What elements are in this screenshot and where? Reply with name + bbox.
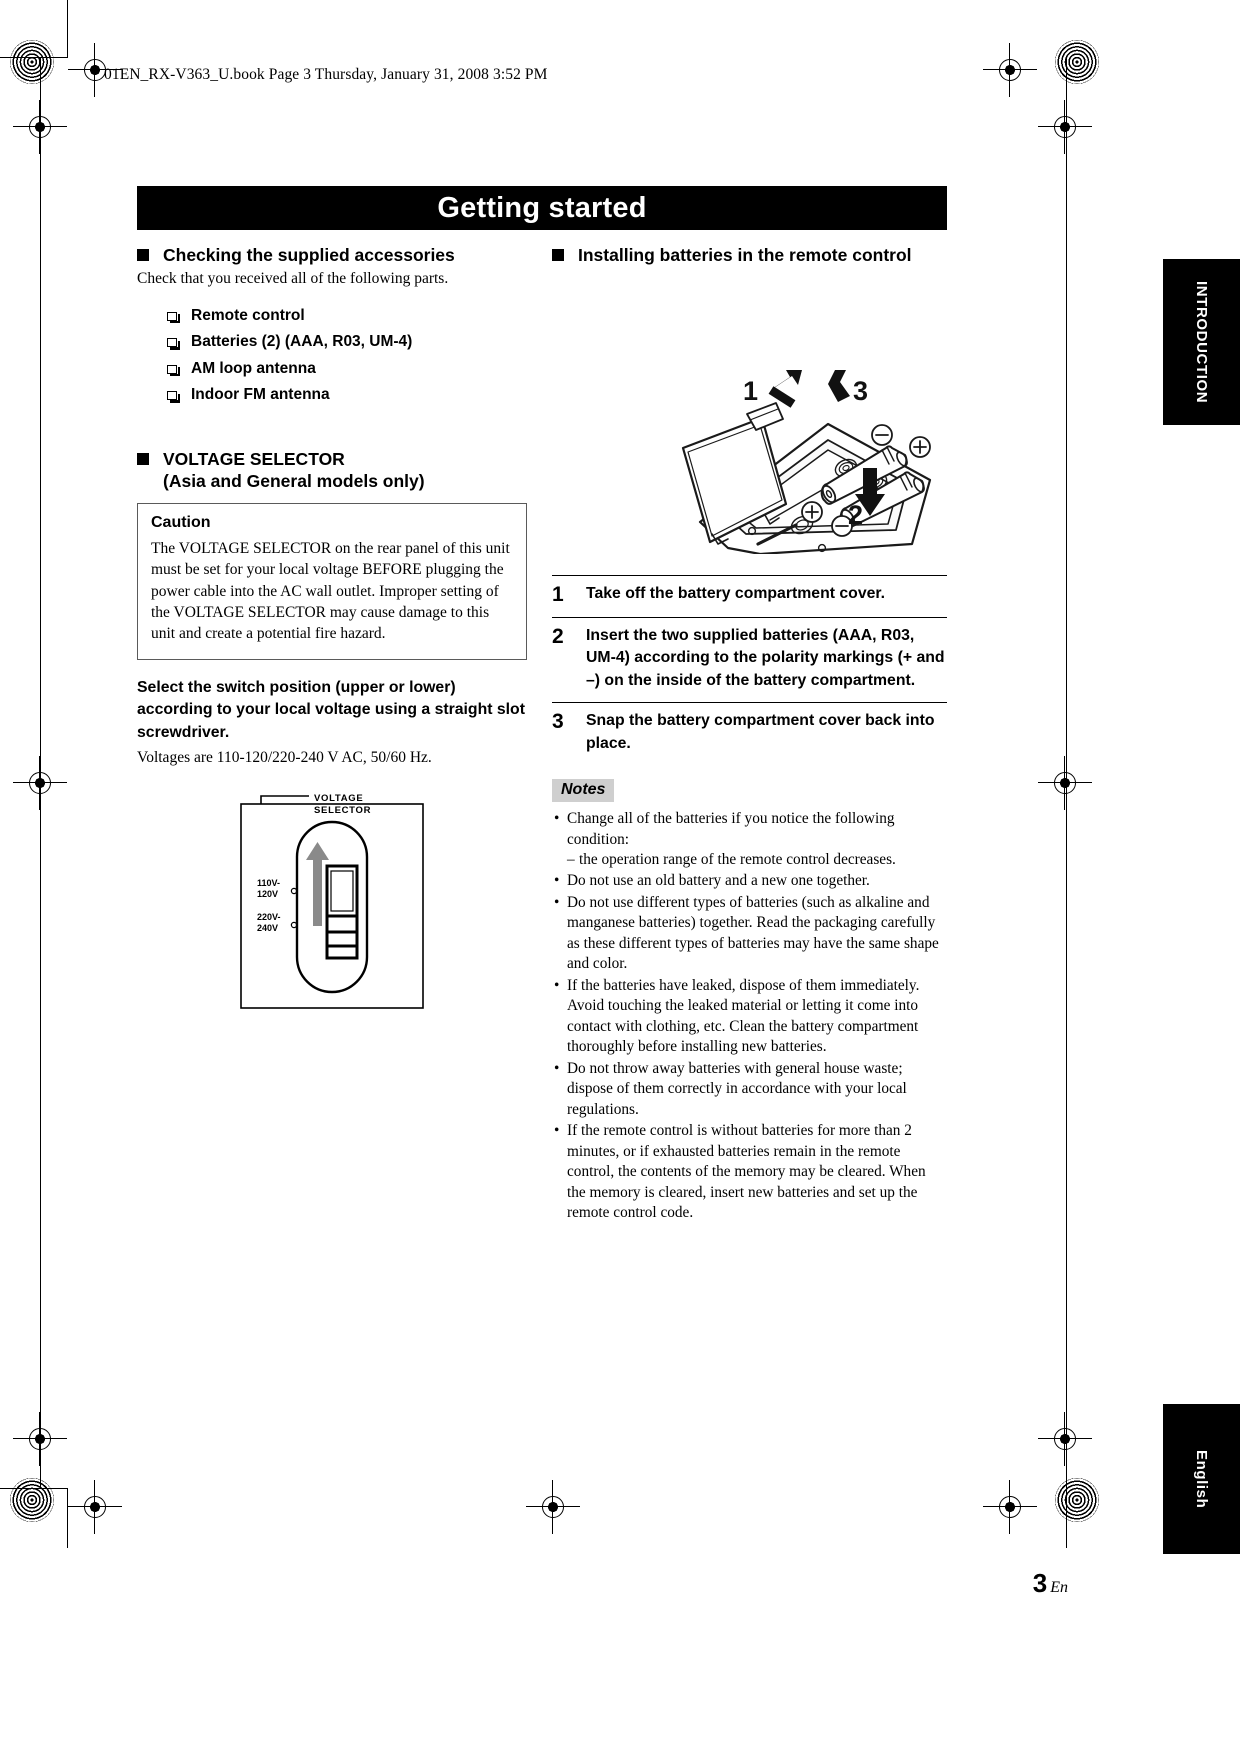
page-number: 3 xyxy=(1032,1568,1048,1598)
list-item: Batteries (2) (AAA, R03, UM-4) xyxy=(167,333,527,351)
page-number-footer: 3 En xyxy=(1033,1568,1068,1599)
note-item: Do not throw away batteries with general… xyxy=(552,1059,947,1120)
list-item: Remote control xyxy=(167,307,527,325)
note-item: If the batteries have leaked, dispose of… xyxy=(552,976,947,1058)
voltage-lower-label-line1: 220V- xyxy=(257,912,281,922)
note-subitem: the operation range of the remote contro… xyxy=(567,850,947,871)
caution-body: The VOLTAGE SELECTOR on the rear panel o… xyxy=(151,539,510,643)
crop-line-bottom-left-v xyxy=(67,1488,69,1548)
list-item-label: Batteries (2) (AAA, R03, UM-4) xyxy=(191,333,413,351)
notes-list: Change all of the batteries if you notic… xyxy=(552,809,947,1224)
note-item: Do not use different types of batteries … xyxy=(552,893,947,975)
registration-circle-bottom-right xyxy=(1055,1478,1099,1522)
registration-circle-top-right xyxy=(1055,40,1099,84)
heading-text: Installing batteries in the remote contr… xyxy=(578,245,912,265)
note-text: If the batteries have leaked, dispose of… xyxy=(567,976,920,1056)
list-item: AM loop antenna xyxy=(167,360,527,378)
checkbox-icon xyxy=(167,338,181,350)
voltage-values: Voltages are 110-120/220-240 V AC, 50/60… xyxy=(137,748,432,766)
list-item-label: Indoor FM antenna xyxy=(191,386,330,404)
battery-install-steps: 1 Take off the battery compartment cover… xyxy=(552,575,947,765)
callout-arrow-3-icon xyxy=(827,370,850,403)
heading-line-2: (Asia and General models only) xyxy=(163,471,425,492)
right-column: Installing batteries in the remote contr… xyxy=(552,244,947,1225)
registration-circle-bottom-left xyxy=(10,1478,54,1522)
note-text: Change all of the batteries if you notic… xyxy=(567,810,895,848)
note-item: Do not use an old battery and a new one … xyxy=(552,871,947,892)
callout-arrow-1-icon xyxy=(771,370,802,390)
heading-checking-accessories: Checking the supplied accessories xyxy=(137,244,527,266)
crop-line-left-v xyxy=(40,58,42,1488)
crop-line-bottom-right-v xyxy=(1066,1488,1068,1548)
step-text: Snap the battery compartment cover back … xyxy=(586,712,935,752)
registration-target-right-middle xyxy=(1038,756,1092,810)
callout-number-1: 1 xyxy=(743,376,758,406)
caution-box: Caution The VOLTAGE SELECTOR on the rear… xyxy=(137,502,527,660)
registration-target-right-lower xyxy=(1038,1412,1092,1466)
square-bullet-icon xyxy=(137,453,149,466)
callout-number-2: 2 xyxy=(848,500,863,530)
side-tab-english: English xyxy=(1163,1404,1240,1554)
page-content: Getting started Checking the supplied ac… xyxy=(137,186,947,1225)
heading-text: VOLTAGE SELECTOR (Asia and General model… xyxy=(163,448,425,493)
crop-line-right-v xyxy=(1066,58,1068,1488)
accessories-checklist: Remote control Batteries (2) (AAA, R03, … xyxy=(137,307,527,405)
document-page: 01EN_RX-V363_U.book Page 3 Thursday, Jan… xyxy=(0,0,1240,1755)
left-column: Checking the supplied accessories Check … xyxy=(137,244,527,1225)
voltage-figure-label-line1: VOLTAGE xyxy=(314,793,363,804)
heading-voltage-selector: VOLTAGE SELECTOR (Asia and General model… xyxy=(137,448,527,493)
voltage-lower-label-line2: 240V xyxy=(257,923,278,933)
voltage-figure-label-line2: SELECTOR xyxy=(314,805,371,816)
step-number: 2 xyxy=(552,624,564,648)
step-item: 2 Insert the two supplied batteries (AAA… xyxy=(552,616,947,702)
crop-line-top-left-v xyxy=(67,0,69,58)
note-text: If the remote control is without batteri… xyxy=(567,1122,926,1222)
voltage-selector-figure: VOLTAGE SELECTOR 110V- 120V 220V- 240V xyxy=(239,790,425,1015)
note-text: Do not use different types of batteries … xyxy=(567,893,939,973)
step-text: Take off the battery compartment cover. xyxy=(586,585,886,603)
registration-target-bottom-left xyxy=(68,1480,122,1534)
notes-label: Notes xyxy=(552,779,615,803)
note-item: If the remote control is without batteri… xyxy=(552,1121,947,1223)
registration-target-right-upper xyxy=(1038,100,1092,154)
registration-circle-top-left xyxy=(10,40,54,84)
checkbox-icon xyxy=(167,391,181,403)
checkbox-icon xyxy=(167,364,181,377)
checkbox-icon xyxy=(167,311,181,324)
heading-line-1: VOLTAGE SELECTOR xyxy=(163,449,345,470)
note-item: Change all of the batteries if you notic… xyxy=(552,809,947,871)
voltage-upper-label-line2: 120V xyxy=(257,889,278,899)
square-bullet-icon xyxy=(552,249,564,261)
step-number: 3 xyxy=(552,710,564,734)
list-item-label: Remote control xyxy=(191,306,305,324)
caution-title: Caution xyxy=(151,513,211,531)
list-item-label: AM loop antenna xyxy=(191,359,316,377)
heading-text: Checking the supplied accessories xyxy=(163,245,455,265)
heading-installing-batteries: Installing batteries in the remote contr… xyxy=(552,244,947,266)
book-file-line: 01EN_RX-V363_U.book Page 3 Thursday, Jan… xyxy=(104,66,548,83)
crop-line-top-left-h xyxy=(0,57,68,59)
callout-number-3: 3 xyxy=(853,376,868,406)
step-item: 1 Take off the battery compartment cover… xyxy=(552,575,947,617)
two-column-layout: Checking the supplied accessories Check … xyxy=(137,244,947,1225)
registration-target-bottom-right xyxy=(983,1480,1037,1534)
square-bullet-icon xyxy=(137,249,149,261)
column-gap xyxy=(527,244,552,1225)
page-language-suffix: En xyxy=(1050,1579,1068,1596)
list-item: Indoor FM antenna xyxy=(167,386,527,404)
voltage-instruction: Select the switch position (upper or low… xyxy=(137,678,525,741)
voltage-upper-label-line1: 110V- xyxy=(257,878,280,888)
registration-target-bottom-center xyxy=(526,1480,580,1534)
accessories-intro: Check that you received all of the follo… xyxy=(137,270,449,288)
side-tab-introduction: INTRODUCTION xyxy=(1163,259,1240,425)
page-title-banner: Getting started xyxy=(137,186,947,230)
registration-target-top-mid-right xyxy=(983,43,1037,97)
crop-line-bottom-left-h xyxy=(0,1488,68,1490)
remote-battery-figure: 1 3 2 xyxy=(552,272,947,559)
step-text: Insert the two supplied batteries (AAA, … xyxy=(586,626,945,689)
step-number: 1 xyxy=(552,583,564,607)
note-text: Do not use an old battery and a new one … xyxy=(567,872,870,890)
step-item: 3 Snap the battery compartment cover bac… xyxy=(552,702,947,765)
note-text: Do not throw away batteries with general… xyxy=(567,1059,907,1118)
